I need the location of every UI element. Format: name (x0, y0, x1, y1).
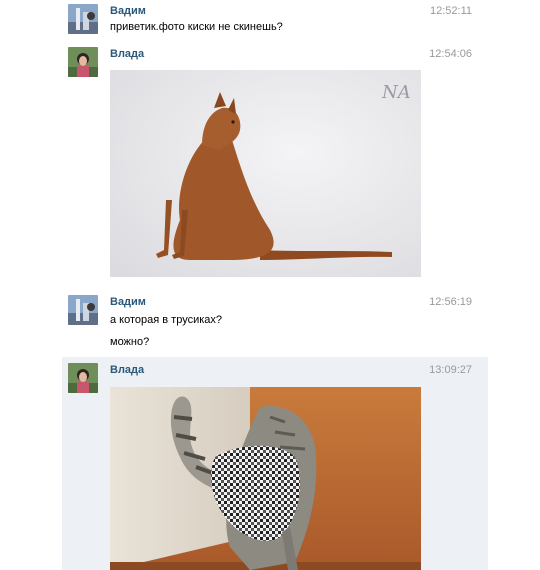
avatar[interactable] (68, 4, 98, 34)
message-author[interactable]: Вадим (110, 5, 146, 17)
attached-photo[interactable] (110, 387, 421, 570)
avatar[interactable] (68, 47, 98, 77)
message-author[interactable]: Вадим (110, 296, 146, 308)
message-author[interactable]: Влада (110, 364, 144, 376)
message-item: Вадим 12:52:11 приветик.фото киски не ск… (62, 0, 488, 40)
message-item: Влада 12:54:06 NA (62, 40, 488, 285)
message-time[interactable]: 13:09:27 (429, 364, 472, 376)
message-time[interactable]: 12:52:11 (430, 5, 472, 17)
message-text: можно? (110, 336, 150, 348)
message-text: а которая в трусиках? (110, 314, 223, 326)
avatar[interactable] (68, 363, 98, 393)
abyssinian-cat-photo: NA (110, 70, 421, 277)
message-item: Вадим 12:56:19 а которая в трусиках? мож… (62, 285, 488, 357)
watermark: NA (381, 82, 411, 103)
avatar[interactable] (68, 295, 98, 325)
message-item: Влада 13:09:27 (62, 357, 488, 570)
message-text: приветик.фото киски не скинешь? (110, 21, 283, 33)
message-time[interactable]: 12:56:19 (429, 296, 472, 308)
message-author[interactable]: Влада (110, 48, 144, 60)
cat-in-underwear-photo (110, 387, 421, 570)
message-time[interactable]: 12:54:06 (429, 48, 472, 60)
attached-photo[interactable]: NA (110, 70, 421, 277)
